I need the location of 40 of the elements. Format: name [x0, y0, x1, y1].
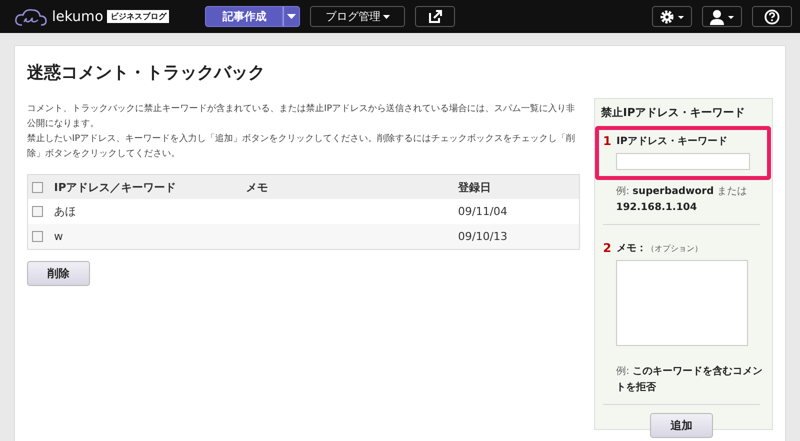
external-link-icon: [428, 10, 442, 24]
compose-dropdown-button[interactable]: [283, 6, 300, 27]
column-header: 登録日: [457, 174, 580, 199]
user-icon: [709, 8, 735, 24]
delete-button[interactable]: 削除: [27, 261, 90, 286]
help-button[interactable]: [752, 6, 792, 27]
step-number: 1: [602, 134, 612, 150]
field-label: メモ：: [616, 243, 646, 254]
table-cell: あほ: [54, 205, 76, 218]
select-all-checkbox[interactable]: [32, 182, 43, 193]
example-text: 例: superbadword または 192.168.1.104: [614, 185, 748, 215]
table-cell: 09/11/04: [458, 205, 508, 218]
logo-text: lekumo: [52, 8, 104, 24]
compose-button[interactable]: 記事作成: [205, 6, 284, 27]
external-link-button[interactable]: [415, 6, 456, 27]
blog-menu-button[interactable]: ブログ管理: [310, 6, 406, 27]
column-header: IPアドレス／キーワード: [53, 174, 245, 199]
step-number: 2: [602, 241, 612, 257]
row-checkbox[interactable]: [32, 231, 43, 242]
table-cell: w: [54, 230, 63, 243]
description-text: コメント、トラックバックに禁止キーワードが含まれている、または禁止IPアドレスから送信されている場合には、スパム一覧に入り非公開になります。: [27, 102, 576, 131]
panel-title: 禁止IPアドレス・キーワード: [600, 105, 746, 120]
description-text: 禁止したいIPアドレス、キーワードを入力し「追加」ボタンをクリックしてください。削除するにはチェックボックスをチェックし「削除」ボタンをクリックしてください。: [27, 132, 576, 161]
help-icon: [764, 8, 780, 24]
column-header: メモ: [245, 174, 457, 199]
page-title: 迷惑コメント・トラックバック: [27, 62, 266, 84]
field-label: IPアドレス・キーワード: [616, 136, 728, 147]
logo-badge: ビジネスブログ: [107, 10, 170, 23]
settings-icon: [659, 8, 685, 24]
user-menu-button[interactable]: [702, 6, 742, 27]
cloud-logo-icon: [14, 6, 48, 26]
example-text: 例: このキーワードを含むコメントを拒否: [614, 364, 764, 395]
optional-note: （オプション）: [646, 244, 702, 253]
add-button[interactable]: 追加: [650, 413, 713, 438]
caret-icon: [383, 14, 390, 18]
keyword-input-field[interactable]: [616, 153, 750, 170]
table-cell: 09/10/13: [458, 230, 508, 243]
row-checkbox[interactable]: [32, 206, 43, 218]
settings-button[interactable]: [652, 6, 692, 27]
caret-icon: [287, 14, 296, 19]
